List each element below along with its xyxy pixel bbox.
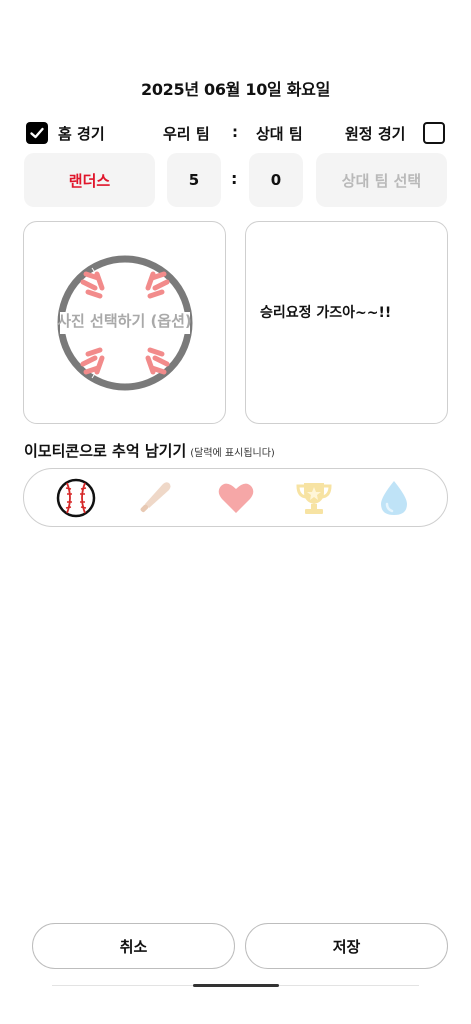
match-labels-row: 홈 경기 우리 팀 : 상대 팀 원정 경기 — [0, 120, 471, 146]
opponent-score-input[interactable]: 0 — [249, 153, 303, 207]
cancel-button[interactable]: 취소 — [32, 923, 235, 969]
emoji-option-trophy[interactable] — [294, 478, 334, 518]
our-team-selector[interactable]: 랜더스 — [24, 153, 155, 207]
emoji-section-title: 이모티콘으로 추억 남기기 (달력에 표시됩니다) — [24, 440, 275, 461]
check-icon — [30, 127, 44, 139]
record-game-screen: 2025년 06월 10일 화요일 홈 경기 우리 팀 : 상대 팀 원정 경기… — [0, 0, 471, 1024]
label-separator: : — [232, 123, 238, 141]
save-label: 저장 — [332, 937, 361, 956]
score-separator: : — [231, 169, 238, 188]
emoji-option-water-drop[interactable] — [374, 478, 414, 518]
photo-select-label: 사진 선택하기 (옵션) — [57, 312, 192, 330]
save-button[interactable]: 저장 — [245, 923, 448, 969]
cancel-label: 취소 — [119, 937, 148, 956]
water-drop-icon — [381, 481, 407, 515]
score-row: 랜더스 5 : 0 상대 팀 선택 — [0, 153, 471, 207]
our-team-label: 우리 팀 — [163, 125, 210, 143]
photo-select-card[interactable]: 사진 선택하기 (옵션) — [23, 221, 226, 424]
home-game-label: 홈 경기 — [58, 125, 105, 143]
away-game-label: 원정 경기 — [345, 125, 406, 143]
our-score-value: 5 — [188, 171, 200, 189]
away-game-checkbox[interactable] — [423, 122, 445, 144]
our-score-input[interactable]: 5 — [167, 153, 221, 207]
opponent-team-placeholder: 상대 팀 선택 — [341, 171, 422, 190]
emoji-option-heart[interactable] — [216, 478, 256, 518]
emoji-subtitle: (달력에 표시됩니다) — [190, 448, 275, 459]
home-game-checkbox[interactable] — [26, 122, 48, 144]
memo-card[interactable]: 승리요정 가즈아~~!! — [245, 221, 448, 424]
emoji-option-baseball[interactable] — [56, 478, 96, 518]
home-indicator — [193, 984, 279, 987]
heart-icon — [218, 483, 254, 513]
bat-icon — [140, 482, 171, 513]
opponent-score-value: 0 — [270, 171, 282, 189]
emoji-option-bat[interactable] — [135, 478, 175, 518]
baseball-icon — [56, 478, 96, 518]
opponent-team-selector[interactable]: 상대 팀 선택 — [316, 153, 447, 207]
our-team-name: 랜더스 — [68, 171, 111, 190]
emoji-title-text: 이모티콘으로 추억 남기기 — [24, 442, 187, 460]
trophy-icon — [296, 483, 332, 514]
memo-text: 승리요정 가즈아~~!! — [260, 305, 392, 321]
opponent-label: 상대 팀 — [256, 125, 303, 143]
emoji-picker — [23, 468, 448, 527]
page-title-date: 2025년 06월 10일 화요일 — [141, 80, 330, 99]
